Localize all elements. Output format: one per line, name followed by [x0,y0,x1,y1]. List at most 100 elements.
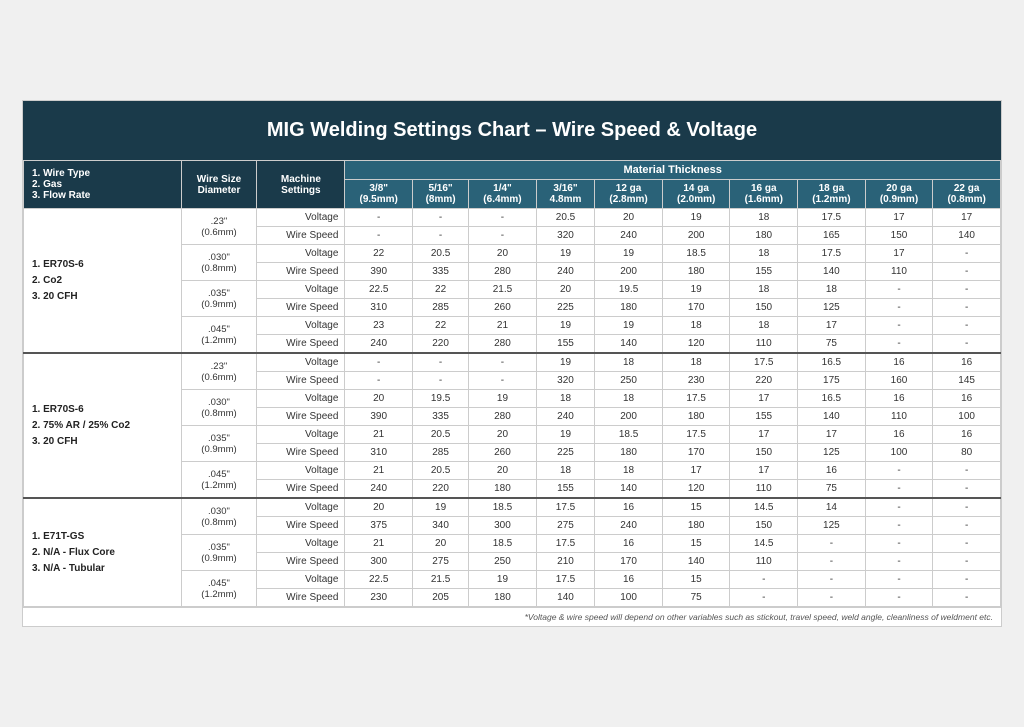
data-cell: 17 [798,426,866,444]
data-cell: 180 [469,589,537,607]
data-cell: - [413,227,469,245]
header-th-3: 1/4"(6.4mm) [469,180,537,209]
data-cell: 110 [730,553,798,571]
data-cell: - [865,317,933,335]
data-cell: 240 [595,517,663,535]
data-cell: 20 [469,245,537,263]
wire-size-1-2: .035"(0.9mm) [181,426,257,462]
data-cell: 17 [865,245,933,263]
data-cell: 250 [595,372,663,390]
data-cell: 17 [662,462,730,480]
data-cell: 18 [536,390,594,408]
data-cell: 20.5 [413,426,469,444]
data-cell: - [865,281,933,299]
data-cell: 100 [933,408,1001,426]
data-cell: 335 [413,408,469,426]
data-cell: 110 [865,263,933,281]
data-cell: 150 [730,299,798,317]
data-cell: 150 [730,444,798,462]
data-cell: 18 [730,317,798,335]
wire-size-2-0: .030"(0.8mm) [181,498,257,535]
data-cell: 17 [730,426,798,444]
data-cell: - [469,209,537,227]
data-cell: 140 [595,480,663,499]
data-cell: - [933,553,1001,571]
header-row-top: 1. Wire Type2. Gas3. Flow Rate Wire Size… [24,161,1001,180]
wire-size-1-3: .045"(1.2mm) [181,462,257,499]
data-cell: 240 [345,335,413,354]
data-cell: 14 [798,498,866,517]
data-cell: 19.5 [595,281,663,299]
data-cell: - [730,571,798,589]
header-th-10: 22 ga(0.8mm) [933,180,1001,209]
data-cell: 18.5 [662,245,730,263]
data-cell: - [933,480,1001,499]
data-cell: 260 [469,444,537,462]
data-cell: 225 [536,299,594,317]
footnote: *Voltage & wire speed will depend on oth… [23,607,1001,626]
data-cell: 17 [933,209,1001,227]
data-cell: - [865,589,933,607]
data-cell: 16 [595,498,663,517]
data-cell: 20 [345,390,413,408]
data-cell: 19 [595,245,663,263]
data-cell: 165 [798,227,866,245]
data-cell: - [865,517,933,535]
machine-label: Wire Speed [257,553,345,571]
data-cell: - [469,353,537,372]
data-cell: - [865,571,933,589]
data-cell: 17 [798,317,866,335]
data-cell: 17.5 [536,535,594,553]
data-cell: 18 [730,245,798,263]
data-cell: 240 [345,480,413,499]
data-cell: - [798,535,866,553]
data-cell: - [798,571,866,589]
data-cell: 225 [536,444,594,462]
data-cell: 170 [595,553,663,571]
data-cell: 100 [865,444,933,462]
data-cell: 18 [730,281,798,299]
data-cell: 19.5 [413,390,469,408]
data-cell: 340 [413,517,469,535]
data-cell: 18 [730,209,798,227]
data-cell: 150 [865,227,933,245]
data-cell: 14.5 [730,498,798,517]
data-cell: 240 [595,227,663,245]
data-cell: 16 [865,390,933,408]
data-cell: 140 [933,227,1001,245]
data-cell: - [865,480,933,499]
data-cell: 120 [662,480,730,499]
machine-label: Voltage [257,462,345,480]
wire-label-2: 1. E71T-GS2. N/A - Flux Core3. N/A - Tub… [24,498,182,607]
machine-label: Voltage [257,245,345,263]
data-cell: 110 [730,480,798,499]
wire-label-1: 1. ER70S-62. 75% AR / 25% Co23. 20 CFH [24,353,182,498]
data-cell: 250 [469,553,537,571]
data-cell: 285 [413,299,469,317]
data-cell: - [933,535,1001,553]
data-cell: 20 [536,281,594,299]
data-cell: 300 [469,517,537,535]
data-cell: 75 [798,335,866,354]
data-cell: 16 [933,390,1001,408]
data-cell: - [865,462,933,480]
data-cell: 15 [662,535,730,553]
table-body: 1. ER70S-62. Co23. 20 CFH.23"(0.6mm)Volt… [24,209,1001,607]
data-cell: 155 [536,335,594,354]
data-cell: 18 [662,353,730,372]
data-cell: 180 [662,263,730,281]
data-cell: 175 [798,372,866,390]
data-cell: 15 [662,498,730,517]
wire-size-0-2: .035"(0.9mm) [181,281,257,317]
machine-label: Wire Speed [257,444,345,462]
data-cell: 260 [469,299,537,317]
machine-label: Wire Speed [257,335,345,354]
machine-label: Wire Speed [257,480,345,499]
wire-size-2-2: .045"(1.2mm) [181,571,257,607]
data-cell: 22.5 [345,571,413,589]
data-cell: 390 [345,408,413,426]
header-th-9: 20 ga(0.9mm) [865,180,933,209]
data-cell: - [345,227,413,245]
wire-size-0-1: .030"(0.8mm) [181,245,257,281]
data-cell: 19 [536,353,594,372]
